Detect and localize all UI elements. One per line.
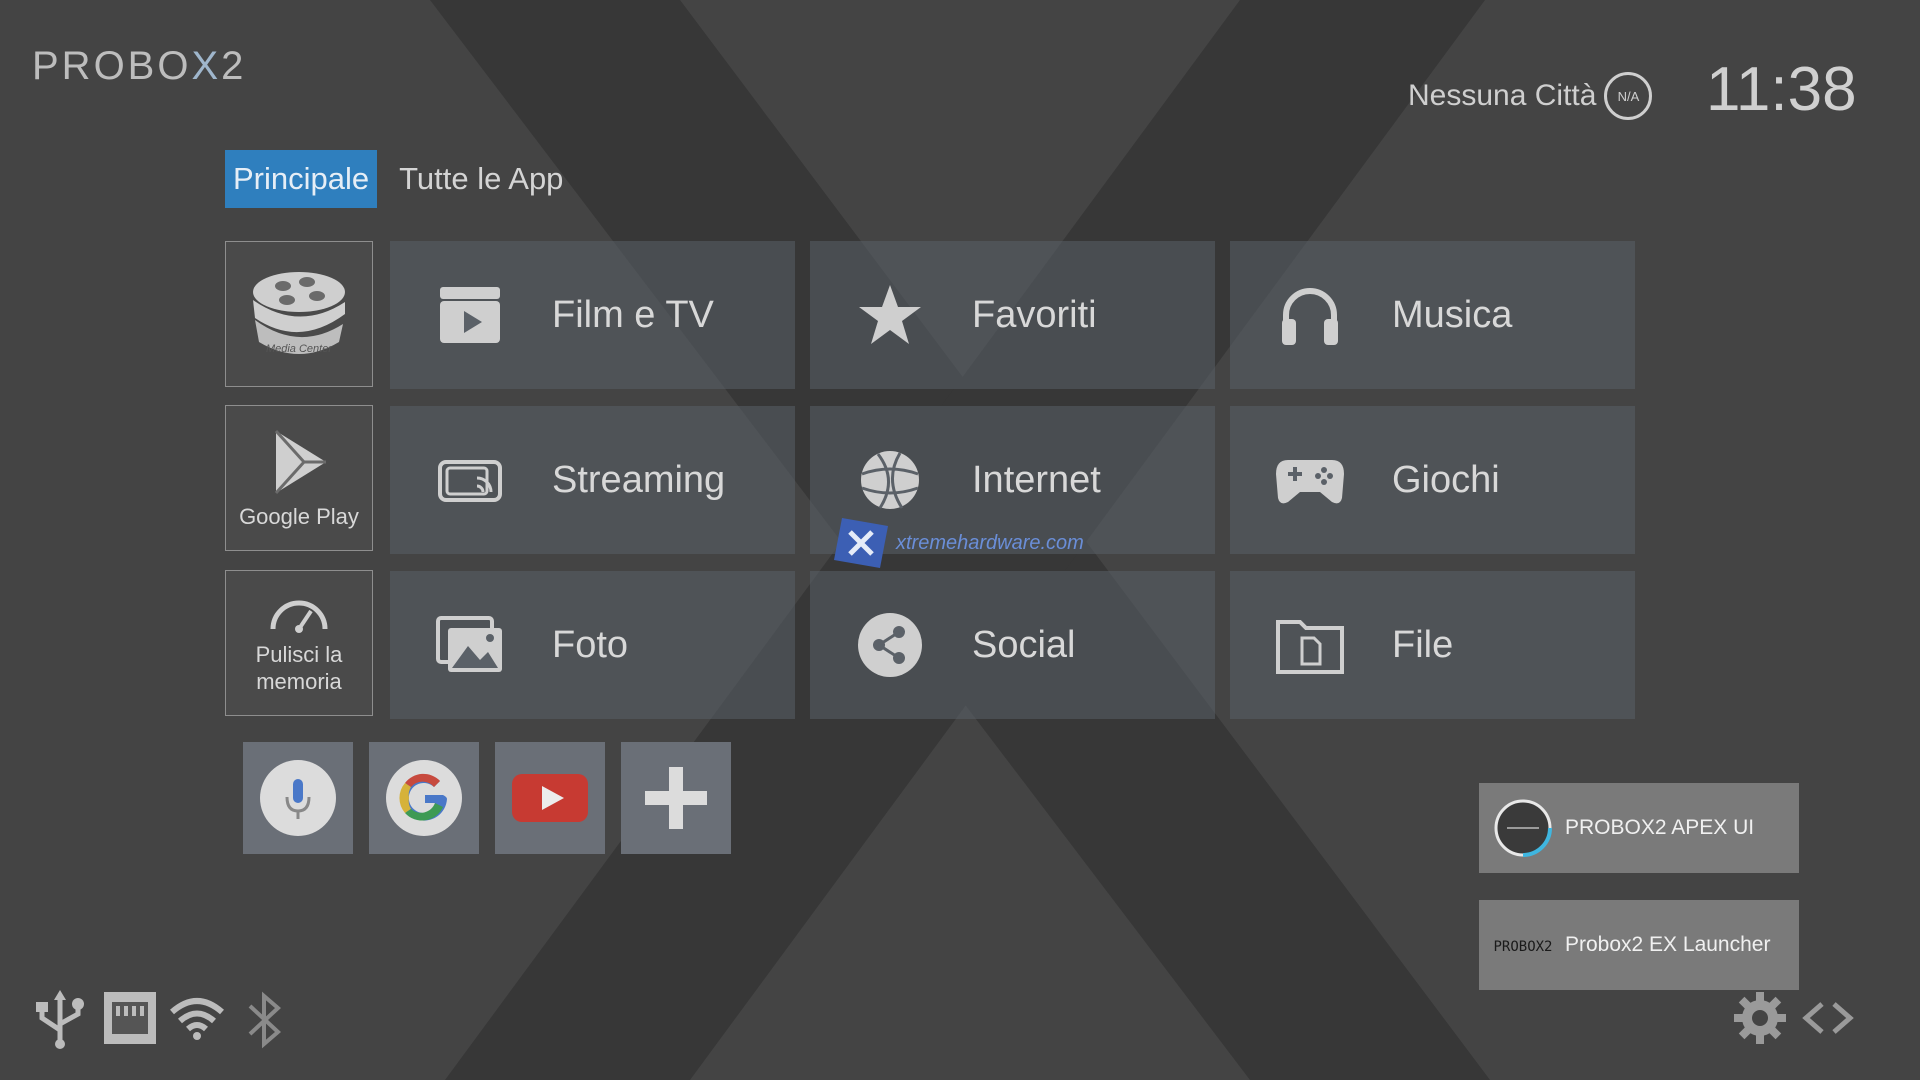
tile-social[interactable]: Social [810, 571, 1215, 719]
tab-tutte-le-app[interactable]: Tutte le App [391, 150, 571, 208]
gamepad-icon [1270, 440, 1350, 520]
youtube-icon [512, 774, 588, 822]
weather-widget[interactable]: Nessuna Città N/A [1408, 72, 1653, 120]
tile-label: Social [972, 623, 1076, 666]
gear-icon[interactable] [1732, 990, 1788, 1051]
watermark-text: xtremehardware.com [896, 531, 1084, 554]
speedometer-icon [270, 600, 328, 633]
clock: 11:38 [1706, 55, 1857, 124]
bluetooth-icon [246, 990, 284, 1055]
play-store-icon [274, 429, 326, 494]
share-icon [850, 605, 930, 685]
plus-icon [645, 767, 707, 829]
weather-badge: N/A [1604, 72, 1653, 120]
voice-search-app[interactable] [243, 742, 353, 854]
file-icon [1270, 605, 1350, 685]
probox2-logo: PROBOX2 [32, 44, 247, 88]
star-icon [850, 275, 930, 355]
navigation-arrows-icon[interactable] [1800, 1000, 1856, 1041]
tile-file[interactable]: File [1230, 571, 1635, 719]
film-icon [430, 275, 510, 355]
launcher-apex-ui[interactable]: PROBOX2 APEX UI [1479, 783, 1799, 873]
probox2-small-logo-icon: PROBOX2 [1493, 915, 1553, 975]
tile-label: Favoriti [972, 293, 1097, 336]
tile-label: Streaming [552, 458, 726, 501]
photos-icon [430, 605, 510, 685]
weather-city: Nessuna Città [1408, 79, 1597, 112]
ex-logo-text: PROBOX2 [1493, 939, 1552, 955]
microphone-icon [260, 760, 336, 836]
media-center-shortcut[interactable]: Media Center [225, 241, 373, 387]
tile-favoriti[interactable]: Favoriti [810, 241, 1215, 389]
tile-label: Giochi [1392, 458, 1500, 501]
tab-principale[interactable]: Principale [225, 150, 378, 208]
tile-label: Musica [1392, 293, 1513, 336]
usb-icon [32, 990, 88, 1055]
launcher-label: Probox2 EX Launcher [1565, 933, 1771, 956]
tile-foto[interactable]: Foto [390, 571, 795, 719]
cast-icon [430, 440, 510, 520]
tile-label: Film e TV [552, 293, 714, 336]
launcher-ex[interactable]: PROBOX2 Probox2 EX Launcher [1479, 900, 1799, 990]
clean-memory-label: Pulisci la memoria [255, 642, 343, 694]
apex-ui-icon [1493, 798, 1553, 858]
clean-memory-shortcut[interactable]: Pulisci la memoria [225, 570, 373, 716]
google-play-shortcut[interactable]: Google Play [225, 405, 373, 551]
youtube-app[interactable] [495, 742, 605, 854]
watermark-x-logo-icon [834, 518, 888, 568]
tile-musica[interactable]: Musica [1230, 241, 1635, 389]
google-app[interactable] [369, 742, 479, 854]
tile-giochi[interactable]: Giochi [1230, 406, 1635, 554]
launcher-label: PROBOX2 APEX UI [1565, 816, 1755, 839]
add-app-button[interactable] [621, 742, 731, 854]
media-center-reel-icon: Media Center [253, 272, 345, 355]
google-icon [386, 760, 462, 836]
globe-icon [850, 440, 930, 520]
google-play-label: Google Play [239, 503, 359, 529]
tile-label: Foto [552, 623, 629, 666]
headphones-icon [1270, 275, 1350, 355]
media-center-caption: Media Center [266, 343, 333, 355]
tile-label: File [1392, 623, 1454, 666]
tile-film-e-tv[interactable]: Film e TV [390, 241, 795, 389]
wifi-icon [168, 996, 226, 1045]
tab-bar: Principale Tutte le App [225, 150, 571, 208]
tile-streaming[interactable]: Streaming [390, 406, 795, 554]
ethernet-icon [102, 990, 158, 1051]
tile-label: Internet [972, 458, 1101, 501]
watermark: xtremehardware.com [832, 516, 1084, 570]
